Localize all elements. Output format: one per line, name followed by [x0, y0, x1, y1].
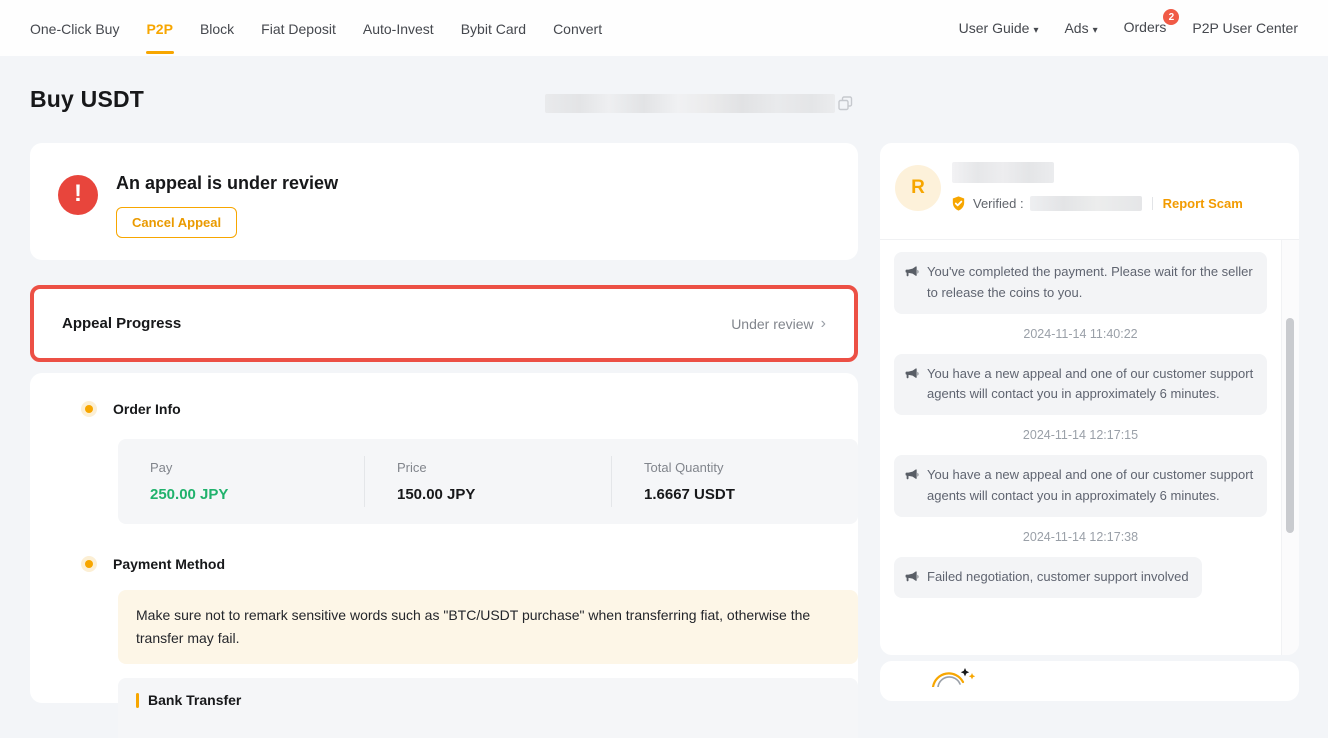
- nav-block[interactable]: Block: [200, 2, 234, 54]
- nav-right-group: User Guide▾ Ads▾ Orders 2 P2P User Cente…: [959, 19, 1298, 37]
- nav-user-guide-label: User Guide: [959, 20, 1030, 36]
- nav-p2p[interactable]: P2P: [146, 2, 172, 54]
- payment-warning-banner: Make sure not to remark sensitive words …: [118, 590, 858, 664]
- megaphone-icon: [905, 367, 919, 381]
- system-message-text: You have a new appeal and one of our cus…: [927, 465, 1254, 507]
- chat-timestamp: 2024-11-14 12:17:38: [894, 530, 1267, 544]
- order-info-section-header: Order Info: [85, 401, 828, 417]
- copy-icon[interactable]: [838, 96, 853, 111]
- order-price-column: Price 150.00 JPY: [364, 456, 611, 507]
- nav-p2p-user-center[interactable]: P2P User Center: [1192, 20, 1298, 36]
- pay-value: 250.00 JPY: [150, 486, 332, 503]
- nav-fiat-deposit[interactable]: Fiat Deposit: [261, 2, 336, 54]
- chat-timestamp: 2024-11-14 11:40:22: [894, 327, 1267, 341]
- page-title: Buy USDT: [30, 86, 144, 113]
- chat-footer-card: [880, 661, 1299, 701]
- cancel-appeal-button[interactable]: Cancel Appeal: [116, 207, 237, 238]
- price-label: Price: [397, 460, 579, 475]
- redacted-counterparty-name: [952, 162, 1054, 183]
- appeal-card-content: An appeal is under review Cancel Appeal: [116, 173, 338, 230]
- bank-transfer-row[interactable]: Bank Transfer: [118, 678, 858, 738]
- system-message-text: You've completed the payment. Please wai…: [927, 262, 1254, 304]
- verified-row: Verified : Report Scam: [950, 195, 1243, 212]
- bullet-dot-icon: [85, 560, 93, 568]
- megaphone-icon: [905, 265, 919, 279]
- nav-one-click-buy[interactable]: One-Click Buy: [30, 2, 119, 54]
- orange-bar-icon: [136, 693, 139, 708]
- appeal-review-card: ! An appeal is under review Cancel Appea…: [30, 143, 858, 260]
- appeal-progress-row[interactable]: Appeal Progress Under review ›: [30, 285, 858, 362]
- payment-method-title: Payment Method: [113, 556, 225, 572]
- appeal-status-text: Under review: [731, 316, 813, 332]
- megaphone-icon: [905, 570, 919, 584]
- megaphone-icon: [905, 468, 919, 482]
- chat-message-list: You've completed the payment. Please wai…: [880, 240, 1281, 655]
- system-message: You have a new appeal and one of our cus…: [894, 354, 1267, 416]
- nav-left-group: One-Click Buy P2P Block Fiat Deposit Aut…: [30, 2, 602, 54]
- chat-timestamp: 2024-11-14 12:17:15: [894, 428, 1267, 442]
- pay-label: Pay: [150, 460, 332, 475]
- chat-panel: R Verified : Report Scam You've complete…: [880, 143, 1299, 655]
- order-info-title: Order Info: [113, 401, 181, 417]
- nav-convert[interactable]: Convert: [553, 2, 602, 54]
- chat-header: R Verified : Report Scam: [880, 143, 1299, 240]
- alert-exclamation-icon: !: [58, 175, 98, 215]
- redacted-order-number: [545, 94, 835, 113]
- total-quantity-label: Total Quantity: [644, 460, 826, 475]
- nav-auto-invest[interactable]: Auto-Invest: [363, 2, 434, 54]
- price-value: 150.00 JPY: [397, 486, 579, 503]
- chevron-right-icon: ›: [821, 316, 826, 332]
- chat-scrollbar-thumb[interactable]: [1286, 318, 1294, 533]
- system-message: You have a new appeal and one of our cus…: [894, 455, 1267, 517]
- appeal-progress-status[interactable]: Under review ›: [731, 316, 826, 332]
- bank-transfer-label: Bank Transfer: [148, 692, 241, 708]
- counterparty-avatar[interactable]: R: [895, 165, 941, 211]
- nav-ads-label: Ads: [1064, 20, 1088, 36]
- appeal-title: An appeal is under review: [116, 173, 338, 194]
- order-info-box: Pay 250.00 JPY Price 150.00 JPY Total Qu…: [118, 439, 858, 524]
- nav-ads[interactable]: Ads ▾: [1064, 20, 1097, 36]
- appeal-progress-label: Appeal Progress: [62, 315, 181, 332]
- nav-user-guide[interactable]: User Guide▾: [959, 20, 1039, 36]
- bullet-dot-icon: [85, 405, 93, 413]
- order-pay-column: Pay 250.00 JPY: [118, 456, 364, 507]
- nav-bybit-card[interactable]: Bybit Card: [461, 2, 526, 54]
- chevron-down-icon: ▾: [1033, 25, 1038, 36]
- redacted-verified-name: [1030, 196, 1142, 211]
- nav-orders[interactable]: Orders 2: [1124, 19, 1167, 37]
- system-message-text: Failed negotiation, customer support inv…: [927, 567, 1189, 588]
- verified-shield-icon: [950, 195, 967, 212]
- top-navigation: One-Click Buy P2P Block Fiat Deposit Aut…: [0, 0, 1328, 56]
- orders-count-badge: 2: [1163, 9, 1179, 25]
- system-message: You've completed the payment. Please wai…: [894, 252, 1267, 314]
- system-message-text: You have a new appeal and one of our cus…: [927, 364, 1254, 406]
- total-quantity-value: 1.6667 USDT: [644, 486, 826, 503]
- smiley-illustration-icon: [930, 667, 976, 692]
- nav-orders-label: Orders: [1124, 19, 1167, 35]
- payment-method-section-header: Payment Method: [85, 556, 828, 572]
- order-quantity-column: Total Quantity 1.6667 USDT: [611, 456, 858, 507]
- report-scam-link[interactable]: Report Scam: [1163, 196, 1243, 211]
- order-details-card: Order Info Pay 250.00 JPY Price 150.00 J…: [30, 373, 858, 703]
- divider: [1152, 197, 1153, 210]
- verified-label: Verified :: [973, 196, 1024, 211]
- chevron-down-icon: ▾: [1093, 25, 1098, 36]
- system-message: Failed negotiation, customer support inv…: [894, 557, 1202, 598]
